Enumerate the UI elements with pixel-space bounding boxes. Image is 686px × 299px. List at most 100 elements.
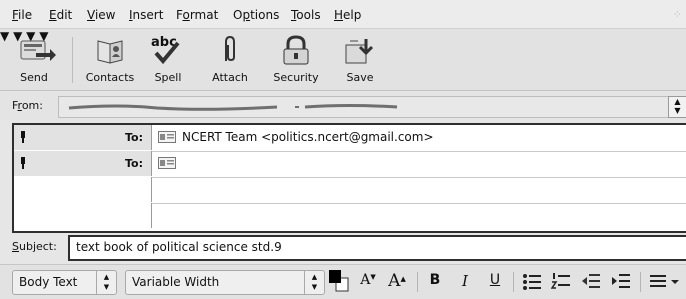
menu-tools[interactable]: Tools bbox=[291, 8, 321, 22]
toolbar-grip-icon: ⁘ bbox=[672, 8, 682, 21]
smaller-text-button[interactable]: A▼ bbox=[358, 272, 378, 292]
recipient-row: To: bbox=[14, 151, 686, 178]
security-button[interactable]: Security bbox=[268, 29, 324, 89]
text-color-button[interactable] bbox=[328, 270, 350, 292]
recipient-type-cell[interactable] bbox=[14, 203, 152, 228]
menu-file[interactable]: File bbox=[12, 8, 32, 22]
recipient-type-select[interactable]: To: bbox=[14, 125, 152, 150]
recipient-type-cell[interactable] bbox=[14, 177, 152, 202]
security-label: Security bbox=[273, 71, 319, 84]
from-label-rest: om: bbox=[21, 99, 43, 112]
send-label: Send bbox=[20, 71, 48, 84]
format-separator bbox=[417, 272, 418, 292]
text-color-icon bbox=[329, 270, 349, 292]
bullet-list-button[interactable] bbox=[521, 272, 543, 292]
menu-help-mnemonic: H bbox=[334, 8, 344, 22]
menubar: File Edit View Insert Format Options Too… bbox=[0, 0, 686, 29]
recipient-row: To: NCERT Team <politics.ncert@gmail.com… bbox=[14, 125, 686, 152]
send-icon bbox=[20, 40, 56, 61]
menu-view[interactable]: View bbox=[87, 8, 115, 22]
font-family-select[interactable]: Variable Width ▲ ▼ bbox=[125, 270, 325, 295]
format-separator bbox=[640, 272, 641, 292]
indent-icon bbox=[612, 274, 630, 288]
menu-view-rest: iew bbox=[94, 8, 116, 22]
menu-format[interactable]: Format bbox=[176, 8, 218, 22]
bullet-list-icon bbox=[523, 274, 541, 290]
menu-edit[interactable]: Edit bbox=[49, 8, 72, 22]
from-row: From: ▲ ▼ bbox=[0, 92, 686, 120]
numbered-list-button[interactable] bbox=[550, 272, 572, 292]
outdent-icon bbox=[582, 274, 600, 288]
align-button[interactable] bbox=[648, 272, 682, 292]
contacts-label: Contacts bbox=[85, 71, 135, 84]
contact-card-icon bbox=[158, 131, 176, 143]
format-separator bbox=[513, 272, 514, 292]
menu-options-rest: tions bbox=[250, 8, 280, 22]
align-icon bbox=[650, 275, 679, 287]
menu-edit-mnemonic: E bbox=[49, 8, 57, 22]
recipient-row bbox=[14, 177, 686, 204]
larger-text-glyph: A bbox=[388, 271, 401, 291]
save-icon bbox=[345, 39, 374, 64]
from-select-spinner-icon[interactable]: ▲ ▼ bbox=[668, 96, 686, 118]
menu-help[interactable]: Help bbox=[334, 8, 361, 22]
spellcheck-icon: abc bbox=[144, 35, 192, 65]
larger-text-arrow-icon: ▲ bbox=[400, 275, 406, 283]
subject-label-mnemonic: S bbox=[12, 240, 19, 253]
menu-help-rest: elp bbox=[343, 8, 362, 22]
subject-value: text book of political science std.9 bbox=[76, 240, 282, 254]
menu-options-mnemonic: p bbox=[242, 8, 251, 22]
compose-toolbar: Send Contacts abc Spell ▼ Attach ▼ Secur… bbox=[0, 29, 686, 91]
format-toolbar: Body Text ▲ ▼ Variable Width ▲ ▼ A▼ A▲ B I… bbox=[0, 264, 686, 299]
recipient-type-label: To: bbox=[125, 131, 143, 144]
smaller-text-arrow-icon: ▼ bbox=[370, 273, 376, 281]
recipient-list: To: NCERT Team <politics.ncert@gmail.com… bbox=[12, 123, 686, 233]
recipient-row bbox=[14, 203, 686, 229]
font-family-spinner-icon[interactable]: ▲ ▼ bbox=[304, 271, 324, 294]
paragraph-style-select[interactable]: Body Text ▲ ▼ bbox=[12, 270, 117, 295]
larger-text-button[interactable]: A▲ bbox=[386, 272, 408, 292]
menu-format-mnemonic: o bbox=[182, 8, 190, 22]
smaller-text-glyph: A bbox=[360, 272, 371, 288]
menu-insert[interactable]: Insert bbox=[129, 8, 163, 22]
checkmark-icon bbox=[154, 41, 180, 65]
padlock-icon bbox=[283, 35, 309, 65]
menu-view-mnemonic: V bbox=[87, 8, 95, 22]
pushpin-icon bbox=[21, 157, 25, 169]
attach-button[interactable]: Attach bbox=[204, 29, 256, 89]
italic-button[interactable]: I bbox=[454, 272, 476, 292]
recipient-type-select[interactable]: To: bbox=[14, 151, 152, 176]
from-redacted-address bbox=[68, 104, 398, 111]
menu-file-rest: ile bbox=[18, 8, 33, 22]
menu-format-rest: rmat bbox=[189, 8, 219, 22]
paragraph-style-spinner-icon[interactable]: ▲ ▼ bbox=[96, 271, 116, 294]
contact-card-icon bbox=[158, 157, 176, 169]
from-label: From: bbox=[12, 99, 43, 112]
numbered-list-icon bbox=[550, 273, 570, 289]
menu-edit-rest: dit bbox=[56, 8, 73, 22]
save-label: Save bbox=[346, 71, 374, 84]
from-account-select[interactable] bbox=[58, 96, 671, 118]
address-book-icon bbox=[97, 40, 123, 64]
recipient-address-input[interactable]: NCERT Team <politics.ncert@gmail.com> bbox=[182, 130, 434, 144]
menu-options[interactable]: Options bbox=[233, 8, 279, 22]
subject-label-rest: ubject: bbox=[18, 240, 57, 253]
outdent-button[interactable] bbox=[580, 272, 602, 292]
subject-label: Subject: bbox=[12, 240, 57, 253]
attach-label: Attach bbox=[212, 71, 248, 84]
pushpin-icon bbox=[21, 131, 25, 143]
contacts-button[interactable]: Contacts bbox=[80, 29, 140, 89]
font-family-value: Variable Width bbox=[132, 275, 220, 289]
underline-button[interactable]: U bbox=[484, 272, 506, 292]
subject-input[interactable]: text book of political science std.9 bbox=[68, 235, 686, 261]
spell-button[interactable]: abc Spell bbox=[144, 29, 192, 89]
save-button[interactable]: Save bbox=[336, 29, 384, 89]
recipient-type-label: To: bbox=[125, 157, 143, 170]
spell-label: Spell bbox=[154, 71, 182, 84]
paperclip-icon bbox=[225, 35, 235, 62]
send-button[interactable]: Send bbox=[6, 29, 62, 89]
menu-tools-rest: ools bbox=[296, 8, 321, 22]
bold-button[interactable]: B bbox=[424, 272, 446, 292]
indent-button[interactable] bbox=[610, 272, 632, 292]
paragraph-style-value: Body Text bbox=[19, 275, 78, 289]
